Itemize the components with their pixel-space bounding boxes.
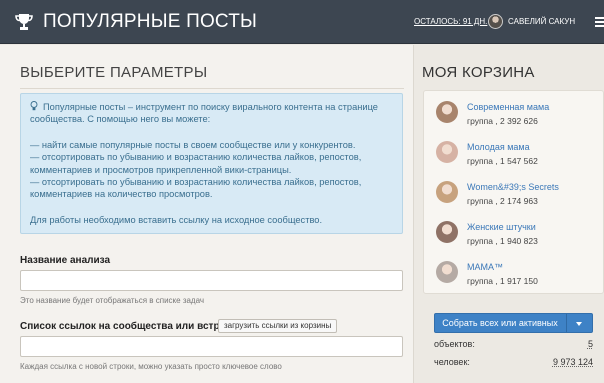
- button-divider: [566, 314, 567, 332]
- info-item: — найти самые популярные посты в своем с…: [30, 139, 356, 150]
- info-intro: Популярные посты – инструмент по поиску …: [30, 101, 378, 125]
- cart-item-meta: группа , 2 392 626: [467, 116, 538, 126]
- cart-item-name[interactable]: МАМА™: [467, 262, 503, 272]
- more-icon[interactable]: [595, 16, 604, 28]
- stat-objects: объектов: 5: [434, 339, 593, 349]
- cart-item-meta: группа , 1 547 562: [467, 156, 538, 166]
- collect-button-label[interactable]: Собрать всех или активных: [435, 318, 565, 328]
- links-hint: Каждая ссылка с новой строки, можно указ…: [20, 362, 282, 371]
- section-title-cart: МОЯ КОРЗИНА: [422, 64, 535, 81]
- avatar[interactable]: [436, 181, 458, 203]
- lightbulb-icon: [30, 101, 38, 111]
- avatar[interactable]: [436, 101, 458, 123]
- stat-objects-label: объектов:: [434, 339, 475, 349]
- cart-item-meta: группа , 2 174 963: [467, 196, 538, 206]
- parameters-panel: ВЫБЕРИТЕ ПАРАМЕТРЫ Популярные посты – ин…: [0, 45, 414, 383]
- list-item: МАМА™ группа , 1 917 150: [424, 253, 604, 293]
- info-item: — отсортировать по убыванию и возрастани…: [30, 152, 362, 175]
- info-note: Для работы необходимо вставить ссылку на…: [30, 214, 323, 225]
- list-item: Молодая мама группа , 1 547 562: [424, 133, 604, 173]
- cart-panel: МОЯ КОРЗИНА Современная мама группа , 2 …: [415, 45, 604, 383]
- cart-item-meta: группа , 1 917 150: [467, 276, 538, 286]
- cart-item-meta: группа , 1 940 823: [467, 236, 538, 246]
- list-item: Women&#39;s Secrets группа , 2 174 963: [424, 173, 604, 213]
- cart-item-name[interactable]: Женские штучки: [467, 222, 536, 232]
- divider: [20, 88, 404, 89]
- avatar[interactable]: [436, 221, 458, 243]
- links-input[interactable]: [20, 336, 403, 357]
- cart-list: Современная мама группа , 2 392 626 Моло…: [423, 90, 604, 294]
- trophy-icon: [15, 14, 33, 30]
- cart-item-name[interactable]: Women&#39;s Secrets: [467, 182, 559, 192]
- list-item: Современная мама группа , 2 392 626: [424, 93, 604, 133]
- avatar[interactable]: [436, 261, 458, 283]
- stat-people-label: человек:: [434, 357, 470, 367]
- list-item: Женские штучки группа , 1 940 823: [424, 213, 604, 253]
- analysis-name-hint: Это название будет отображаться в списке…: [20, 296, 205, 305]
- app-title: ПОПУЛЯРНЫЕ ПОСТЫ: [43, 11, 258, 32]
- section-title-parameters: ВЫБЕРИТЕ ПАРАМЕТРЫ: [20, 64, 208, 81]
- cart-item-name[interactable]: Современная мама: [467, 102, 549, 112]
- avatar[interactable]: [436, 141, 458, 163]
- links-label: Список ссылок на сообщества или встречи: [20, 321, 237, 332]
- stat-people-value: 9 973 124: [552, 357, 593, 367]
- top-bar: ПОПУЛЯРНЫЕ ПОСТЫ ОСТАЛОСЬ: 91 ДН. САВЕЛИ…: [0, 0, 604, 44]
- collect-button[interactable]: Собрать всех или активных: [434, 313, 593, 333]
- info-item: — отсортировать по убыванию и возрастани…: [30, 177, 362, 200]
- analysis-name-input[interactable]: [20, 270, 403, 291]
- analysis-name-label: Название анализа: [20, 255, 111, 266]
- user-name[interactable]: САВЕЛИЙ САКУН: [508, 17, 575, 26]
- avatar[interactable]: [488, 14, 503, 29]
- cart-item-name[interactable]: Молодая мама: [467, 142, 530, 152]
- stat-objects-value: 5: [587, 339, 593, 349]
- info-box: Популярные посты – инструмент по поиску …: [20, 93, 403, 234]
- caret-down-icon[interactable]: [576, 322, 582, 326]
- stat-people: человек: 9 973 124: [434, 357, 593, 367]
- days-left-link[interactable]: ОСТАЛОСЬ: 91 ДН.: [414, 17, 487, 26]
- load-from-cart-button[interactable]: загрузить ссылки из корзины: [218, 319, 338, 333]
